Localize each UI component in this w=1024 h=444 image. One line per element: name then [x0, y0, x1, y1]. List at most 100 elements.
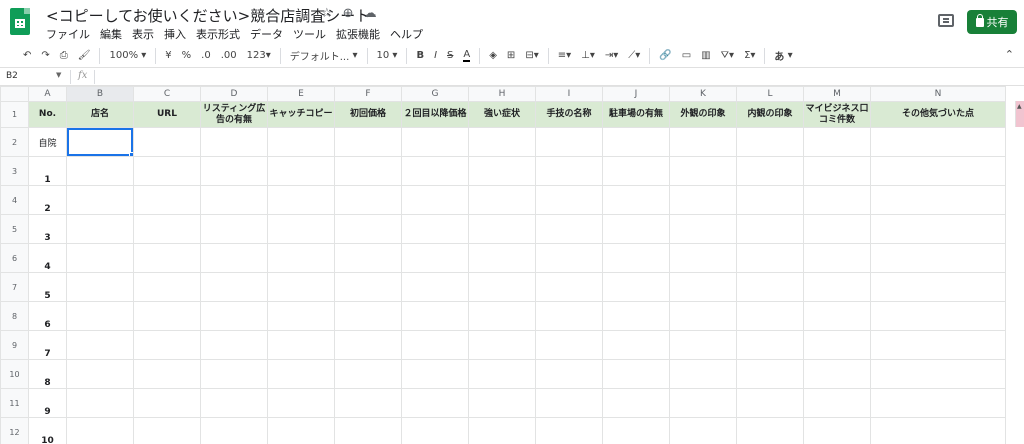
paint-format-icon[interactable]: 🖌: [73, 46, 96, 66]
cell-j7[interactable]: [602, 272, 670, 302]
cell-n4[interactable]: [870, 185, 1006, 215]
cell-c1[interactable]: URL: [133, 101, 201, 128]
cell-a4[interactable]: 2: [28, 185, 67, 215]
cell-e6[interactable]: [267, 243, 335, 273]
sheet-table[interactable]: ABCDEFGHIJKLMN 1 No. 店名 URL リスティング広告の有無 キャッチコ…: [0, 86, 1006, 444]
cell-h6[interactable]: [468, 243, 536, 273]
cell-j5[interactable]: [602, 214, 670, 244]
cell-k2[interactable]: [669, 127, 737, 157]
cell-j6[interactable]: [602, 243, 670, 273]
cell-c11[interactable]: [133, 388, 201, 418]
scroll-up-icon[interactable]: [1015, 101, 1024, 127]
cell-g3[interactable]: [401, 156, 469, 186]
cell-g1[interactable]: ２回目以降価格: [401, 101, 469, 128]
cell-d8[interactable]: [200, 301, 268, 331]
column-header-m[interactable]: M: [803, 86, 871, 102]
cell-b7[interactable]: [66, 272, 134, 302]
cell-k5[interactable]: [669, 214, 737, 244]
menu-view[interactable]: 表示: [132, 26, 154, 42]
cell-a6[interactable]: 4: [28, 243, 67, 273]
cell-d1[interactable]: リスティング広告の有無: [200, 101, 268, 128]
menu-tools[interactable]: ツール: [293, 26, 326, 42]
cell-e8[interactable]: [267, 301, 335, 331]
row-header[interactable]: 12: [0, 417, 29, 444]
cell-l4[interactable]: [736, 185, 804, 215]
cell-m12[interactable]: [803, 417, 871, 444]
font-size-select[interactable]: 10 ▾: [372, 46, 403, 66]
cell-i3[interactable]: [535, 156, 603, 186]
cell-c2[interactable]: [133, 127, 201, 157]
cell-h11[interactable]: [468, 388, 536, 418]
cell-d12[interactable]: [200, 417, 268, 444]
bold-button[interactable]: B: [411, 46, 429, 66]
cell-c4[interactable]: [133, 185, 201, 215]
cell-b9[interactable]: [66, 330, 134, 360]
cell-d7[interactable]: [200, 272, 268, 302]
cell-a7[interactable]: 5: [28, 272, 67, 302]
cell-n1[interactable]: その他気づいた点: [870, 101, 1006, 128]
cell-e9[interactable]: [267, 330, 335, 360]
cell-d10[interactable]: [200, 359, 268, 389]
cell-b10[interactable]: [66, 359, 134, 389]
cell-e5[interactable]: [267, 214, 335, 244]
cell-c5[interactable]: [133, 214, 201, 244]
cell-f8[interactable]: [334, 301, 402, 331]
strikethrough-button[interactable]: S: [442, 46, 458, 66]
cell-c7[interactable]: [133, 272, 201, 302]
cell-i11[interactable]: [535, 388, 603, 418]
cell-f6[interactable]: [334, 243, 402, 273]
merge-cells-icon[interactable]: ⊟▾: [520, 46, 543, 66]
column-header-b[interactable]: B: [66, 86, 134, 102]
cell-b6[interactable]: [66, 243, 134, 273]
cell-i7[interactable]: [535, 272, 603, 302]
cell-b1[interactable]: 店名: [66, 101, 134, 128]
cell-h3[interactable]: [468, 156, 536, 186]
print-icon[interactable]: ⎙: [55, 46, 73, 66]
cell-g6[interactable]: [401, 243, 469, 273]
cell-m10[interactable]: [803, 359, 871, 389]
column-header-d[interactable]: D: [200, 86, 268, 102]
cell-b3[interactable]: [66, 156, 134, 186]
cell-k3[interactable]: [669, 156, 737, 186]
horizontal-align-icon[interactable]: ≡▾: [553, 46, 576, 66]
cell-k8[interactable]: [669, 301, 737, 331]
cell-g7[interactable]: [401, 272, 469, 302]
cell-e7[interactable]: [267, 272, 335, 302]
cell-a2[interactable]: 自院: [28, 127, 67, 157]
cell-i1[interactable]: 手技の名称: [535, 101, 603, 128]
cell-l9[interactable]: [736, 330, 804, 360]
cell-k1[interactable]: 外観の印象: [669, 101, 737, 128]
cell-j9[interactable]: [602, 330, 670, 360]
cell-c12[interactable]: [133, 417, 201, 444]
move-folder-icon[interactable]: ⊕: [343, 6, 354, 21]
text-wrap-icon[interactable]: ⇥▾: [600, 46, 623, 66]
cell-e1[interactable]: キャッチコピー: [267, 101, 335, 128]
cell-b5[interactable]: [66, 214, 134, 244]
cell-d11[interactable]: [200, 388, 268, 418]
fill-handle[interactable]: [129, 152, 133, 156]
cell-j10[interactable]: [602, 359, 670, 389]
comment-history-icon[interactable]: [938, 14, 954, 27]
cell-i10[interactable]: [535, 359, 603, 389]
cell-n8[interactable]: [870, 301, 1006, 331]
select-all-corner[interactable]: [0, 86, 29, 102]
cell-a11[interactable]: 9: [28, 388, 67, 418]
menu-format[interactable]: 表示形式: [196, 26, 240, 42]
text-color-button[interactable]: A: [458, 46, 475, 66]
cell-n3[interactable]: [870, 156, 1006, 186]
cell-k6[interactable]: [669, 243, 737, 273]
cell-j1[interactable]: 駐車場の有無: [602, 101, 670, 128]
cell-m9[interactable]: [803, 330, 871, 360]
column-header-j[interactable]: J: [602, 86, 670, 102]
cell-l6[interactable]: [736, 243, 804, 273]
cell-c9[interactable]: [133, 330, 201, 360]
cell-j12[interactable]: [602, 417, 670, 444]
cell-j2[interactable]: [602, 127, 670, 157]
cell-h8[interactable]: [468, 301, 536, 331]
borders-icon[interactable]: ⊞: [502, 46, 520, 66]
column-header-i[interactable]: I: [535, 86, 603, 102]
increase-decimal-button[interactable]: .00: [216, 46, 242, 66]
row-header[interactable]: 1: [0, 101, 29, 128]
cell-g10[interactable]: [401, 359, 469, 389]
column-header-l[interactable]: L: [736, 86, 804, 102]
